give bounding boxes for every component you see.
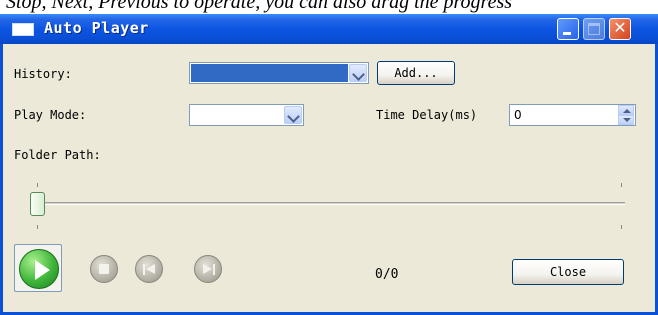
window-title: Auto Player — [44, 19, 149, 37]
close-icon: ✕ — [613, 18, 627, 37]
close-window-button[interactable]: ✕ — [609, 18, 631, 40]
next-button — [194, 255, 222, 283]
play-mode-value — [191, 106, 283, 124]
previous-button — [135, 255, 163, 283]
track-counter: 0/0 — [375, 267, 399, 282]
spin-up-icon[interactable] — [618, 105, 634, 115]
minimize-button[interactable] — [557, 18, 579, 40]
slider-tick — [621, 183, 622, 187]
add-button[interactable]: Add... — [377, 61, 455, 85]
time-delay-value: 0 — [514, 108, 522, 122]
slider-tick — [37, 225, 38, 229]
progress-slider-thumb[interactable] — [30, 192, 45, 216]
play-mode-label: Play Mode: — [14, 108, 87, 122]
stop-button — [90, 255, 118, 283]
minimize-icon — [563, 32, 571, 35]
play-mode-combo[interactable] — [189, 104, 304, 126]
slider-tick — [621, 225, 622, 229]
title-bar[interactable]: Auto Player ✕ — [0, 14, 658, 44]
caption-text: Stop, Next, Previous to operate, you can… — [6, 0, 513, 13]
maximize-icon — [588, 23, 600, 35]
play-button[interactable] — [19, 249, 59, 289]
chevron-down-icon[interactable] — [349, 64, 367, 82]
slider-tick — [37, 183, 38, 187]
chevron-down-icon[interactable] — [284, 106, 302, 124]
maximize-button — [583, 18, 605, 40]
history-label: History: — [14, 67, 72, 81]
app-icon — [12, 23, 34, 36]
history-value — [191, 64, 348, 82]
progress-slider-track[interactable] — [37, 202, 625, 205]
caption-strip: Stop, Next, Previous to operate, you can… — [0, 0, 658, 14]
folder-path-label: Folder Path: — [14, 148, 101, 162]
history-combo[interactable] — [189, 62, 369, 84]
time-delay-label: Time Delay(ms) — [376, 108, 478, 122]
spin-down-icon[interactable] — [618, 115, 634, 125]
time-delay-spinner[interactable]: 0 — [509, 104, 636, 126]
close-button[interactable]: Close — [512, 259, 624, 285]
